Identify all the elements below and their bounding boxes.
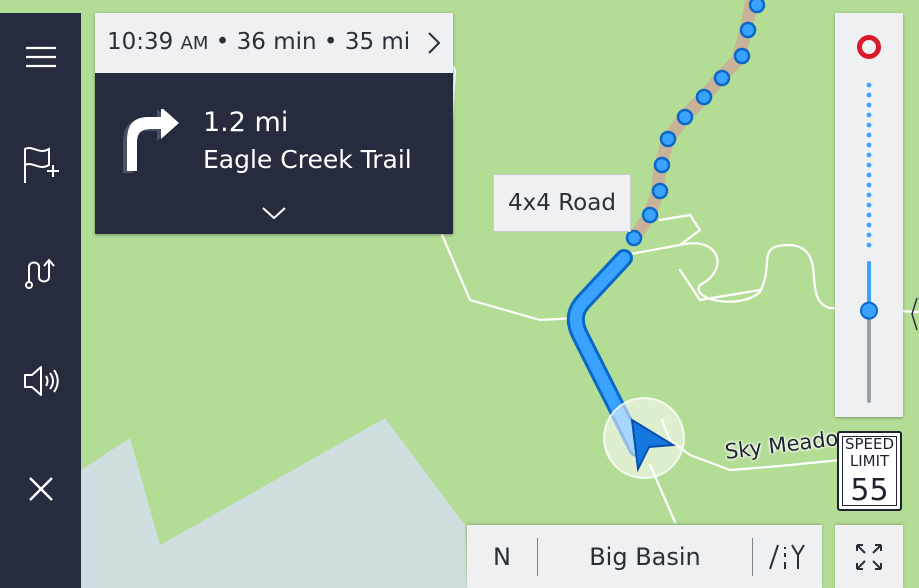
- fullscreen-button[interactable]: [835, 525, 903, 588]
- eta-summary: 10:39 AM • 36 min • 35 mi: [107, 29, 410, 55]
- destination-marker-icon: [857, 35, 881, 59]
- navigation-card: 10:39 AM • 36 min • 35 mi 1.2 mi Eagle C…: [95, 13, 453, 234]
- eta-bar[interactable]: 10:39 AM • 36 min • 35 mi: [95, 13, 453, 73]
- route-waypoint-dot: [651, 182, 669, 200]
- add-waypoint-button[interactable]: [0, 125, 81, 205]
- zoom-dot: [866, 112, 872, 118]
- zoom-panel: [835, 13, 903, 417]
- arrival-time: 10:39: [107, 29, 174, 55]
- speed-limit-sign: SPEED LIMIT 55: [837, 431, 902, 511]
- zoom-dot: [866, 222, 872, 228]
- chevron-down-icon[interactable]: [261, 206, 287, 220]
- zoom-dot: [866, 232, 872, 238]
- zoom-dot: [866, 182, 872, 188]
- trip-distance: 35 mi: [344, 29, 411, 55]
- end-navigation-button[interactable]: [0, 449, 81, 529]
- route-options-icon: [24, 258, 55, 289]
- turn-right-icon: [123, 109, 179, 173]
- volume-icon: [23, 366, 59, 396]
- chevron-right-icon[interactable]: [427, 31, 441, 55]
- zoom-thumb: [860, 301, 878, 320]
- route-options-button[interactable]: [0, 233, 81, 313]
- volume-button[interactable]: [0, 341, 81, 421]
- zoom-slider[interactable]: [835, 13, 903, 417]
- zoom-dot: [866, 212, 872, 218]
- route-waypoint-dot: [733, 47, 751, 65]
- route-waypoint-dot: [739, 21, 757, 39]
- route-waypoint-dot: [659, 130, 677, 148]
- map-bottom-bar: N Big Basin: [467, 525, 822, 588]
- route-waypoint-dot: [713, 69, 731, 87]
- road-view-button[interactable]: [753, 525, 822, 588]
- zoom-dot: [866, 102, 872, 108]
- menu-icon: [25, 46, 56, 68]
- maneuver-street: Eagle Creek Trail: [203, 145, 412, 174]
- road-callout: 4x4 Road: [493, 174, 631, 232]
- zoom-dot: [866, 152, 872, 158]
- close-icon: [28, 477, 53, 501]
- sidebar: [0, 13, 81, 588]
- zoom-dot: [866, 192, 872, 198]
- zoom-dot: [866, 82, 872, 88]
- route-waypoint-dot: [748, 0, 766, 14]
- zoom-dot: [866, 162, 872, 168]
- road-view-icon: [768, 543, 805, 569]
- menu-button[interactable]: [0, 17, 81, 97]
- compass-button[interactable]: N: [467, 525, 537, 588]
- eta-separator: •: [215, 29, 230, 55]
- route-waypoint-dot: [653, 156, 671, 174]
- eta-separator: •: [323, 29, 338, 55]
- zoom-dot: [866, 92, 872, 98]
- zoom-dot: [866, 122, 872, 128]
- add-waypoint-flag-icon: [23, 147, 59, 183]
- current-location-name: Big Basin: [589, 542, 701, 571]
- route-waypoint-dot: [641, 206, 659, 224]
- speed-limit-title-line2: LIMIT: [849, 452, 890, 470]
- speed-limit-title-line1: SPEED: [844, 435, 895, 453]
- route-waypoint-dot: [695, 88, 713, 106]
- zoom-dot: [866, 132, 872, 138]
- zoom-dot: [866, 202, 872, 208]
- speed-limit-title: SPEED LIMIT: [839, 436, 900, 470]
- maneuver-distance: 1.2 mi: [203, 107, 289, 138]
- zoom-dot: [866, 172, 872, 178]
- next-maneuver-panel: 1.2 mi Eagle Creek Trail: [95, 73, 453, 234]
- arrival-ampm: AM: [180, 33, 209, 54]
- zoom-dot: [866, 242, 872, 248]
- speed-limit-value: 55: [850, 473, 889, 508]
- route-waypoint-dot: [625, 229, 643, 247]
- route-waypoint-dot: [676, 108, 694, 126]
- trip-duration: 36 min: [236, 29, 317, 55]
- fullscreen-icon: [856, 543, 882, 570]
- zoom-dot: [866, 142, 872, 148]
